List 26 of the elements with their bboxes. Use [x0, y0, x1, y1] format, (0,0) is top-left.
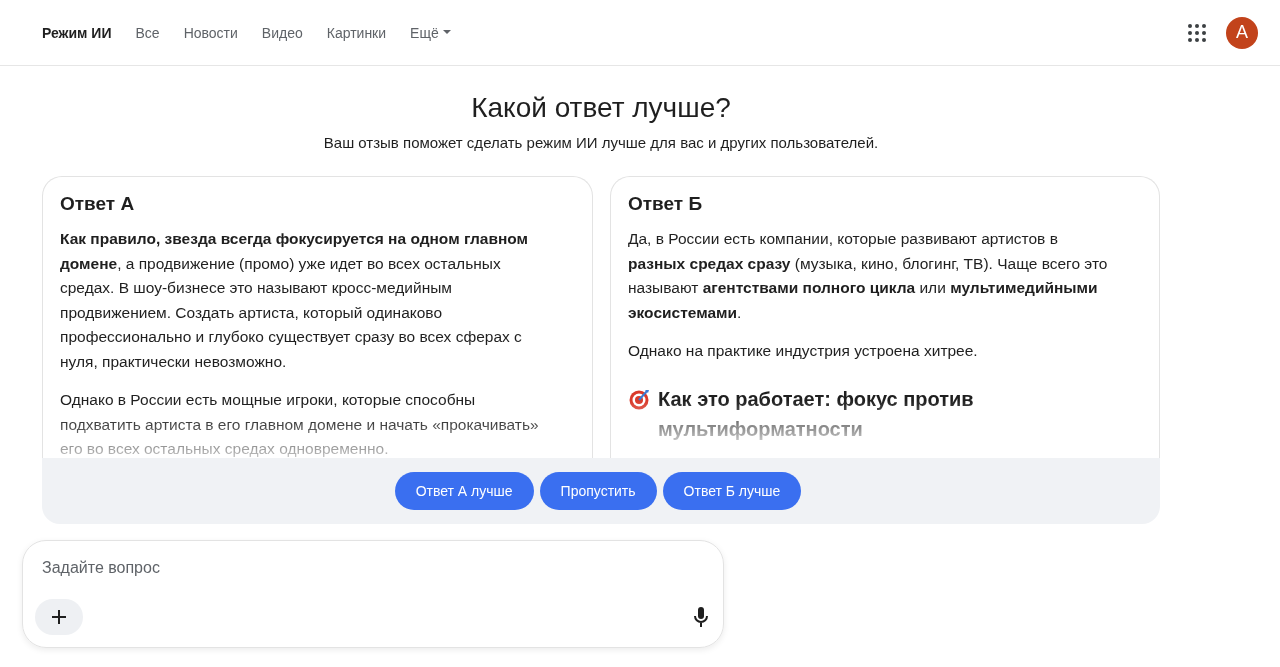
target-icon [628, 387, 650, 410]
answer-title: Ответ А [60, 193, 136, 215]
answer-paragraph: Да, в России есть компании, которые развивают артистов в разных средах сразу (музыка, кино, блогинг, ТВ). Чаще всего это называют агентствами полного цикла или мультимедийными экосистемами. [628, 229, 1109, 323]
account-avatar[interactable]: A [1226, 16, 1258, 49]
plus-icon [50, 608, 68, 626]
answer-paragraph: Однако в России есть мощные игроки, которые способны подхватить артиста в его главном домене и начать «прокачивать» его во всех остальных средах одновременно. [60, 390, 540, 458]
page-subtitle: Ваш отзыв поможет сделать режим ИИ лучше для вас и других пользователей. [322, 134, 880, 151]
answer-paragraph: Как правило, звезда всегда фокусируется на одном главном домене, а продвижение (промо) уже идет во всех остальных средах. В шоу-бизнесе это называют кросс-медийным продвижением. Создать артиста, который одинаково профессионально и глубоко существует сразу во всех сферах с нуля, практически невозможно. [60, 229, 530, 372]
answer-title: Ответ Б [628, 193, 704, 215]
more-dropdown[interactable]: Ещё [398, 18, 463, 47]
vote-button[interactable]: Ответ Б лучше [662, 472, 802, 510]
page-title: Какой ответ лучше? [470, 91, 732, 125]
caret-icon [442, 30, 451, 35]
vote-button[interactable]: Ответ А лучше [394, 472, 534, 510]
vote-button[interactable]: Пропустить [539, 472, 657, 510]
nav-tab[interactable]: Все [123, 18, 172, 47]
question-field[interactable]: Задайте вопрос [35, 559, 442, 577]
nav-tab[interactable]: Видео [249, 18, 315, 47]
microphone-icon[interactable] [693, 606, 709, 628]
section-heading: Как это работает: фокус против мультиформатности [658, 386, 975, 442]
apps-grid-icon[interactable] [1188, 23, 1206, 42]
answer-paragraph: Однако на практике индустрия устроена хитрее. [628, 341, 979, 361]
nav-tab[interactable]: Новости [171, 18, 250, 47]
add-button[interactable] [35, 599, 83, 635]
nav-tab[interactable]: Картинки [314, 18, 399, 47]
nav-tab[interactable]: Режим ИИ [30, 18, 124, 47]
